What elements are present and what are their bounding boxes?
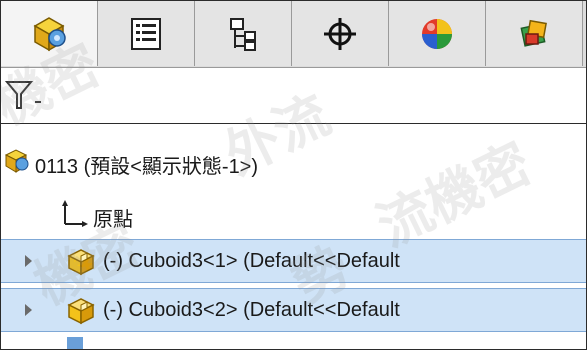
- part-icon: [67, 249, 95, 276]
- origin-label: 原點: [93, 209, 133, 231]
- separator: [1, 123, 586, 124]
- property-manager-icon: [131, 17, 161, 50]
- dimxpert-icon: [324, 17, 356, 50]
- tab-property-manager[interactable]: [98, 1, 195, 66]
- tree-origin[interactable]: 原點: [1, 194, 586, 234]
- display-manager-icon: [422, 18, 452, 49]
- filter-row: [1, 68, 586, 123]
- expand-arrow-icon[interactable]: [25, 255, 32, 267]
- expand-arrow-icon[interactable]: [25, 304, 32, 316]
- configuration-manager-icon: [230, 17, 256, 51]
- part-icon: [67, 298, 95, 325]
- root-assembly-label: 0113 (預設<顯示狀態-1>): [35, 156, 259, 178]
- cam-icon: [520, 19, 547, 47]
- assembly-icon: [33, 16, 66, 51]
- tree-component-1[interactable]: (-) Cuboid3<1> (Default<<Default: [1, 239, 586, 283]
- component-label: (-) Cuboid3<2> (Default<<Default: [103, 299, 400, 321]
- assembly-icon: [4, 149, 29, 173]
- tab-display-manager[interactable]: [389, 1, 486, 66]
- tab-feature-manager[interactable]: [1, 1, 98, 66]
- feature-icon: [67, 337, 83, 349]
- tab-configuration-manager[interactable]: [195, 1, 292, 66]
- origin-icon: [62, 200, 88, 227]
- tree-next-item[interactable]: [1, 335, 586, 349]
- tab-cam[interactable]: [486, 1, 583, 66]
- tab-dimxpert-manager[interactable]: [292, 1, 389, 66]
- filter-icon[interactable]: [5, 80, 45, 112]
- component-label: (-) Cuboid3<1> (Default<<Default: [103, 250, 400, 272]
- feature-manager-panel: 0113 (預設<顯示狀態-1>) 原點 (-) Cuboid3<1> (Def…: [0, 0, 587, 350]
- tree-root-assembly[interactable]: 0113 (預設<顯示狀態-1>): [1, 141, 586, 181]
- tree-component-2[interactable]: (-) Cuboid3<2> (Default<<Default: [1, 288, 586, 332]
- feature-manager-tabs: [1, 1, 586, 68]
